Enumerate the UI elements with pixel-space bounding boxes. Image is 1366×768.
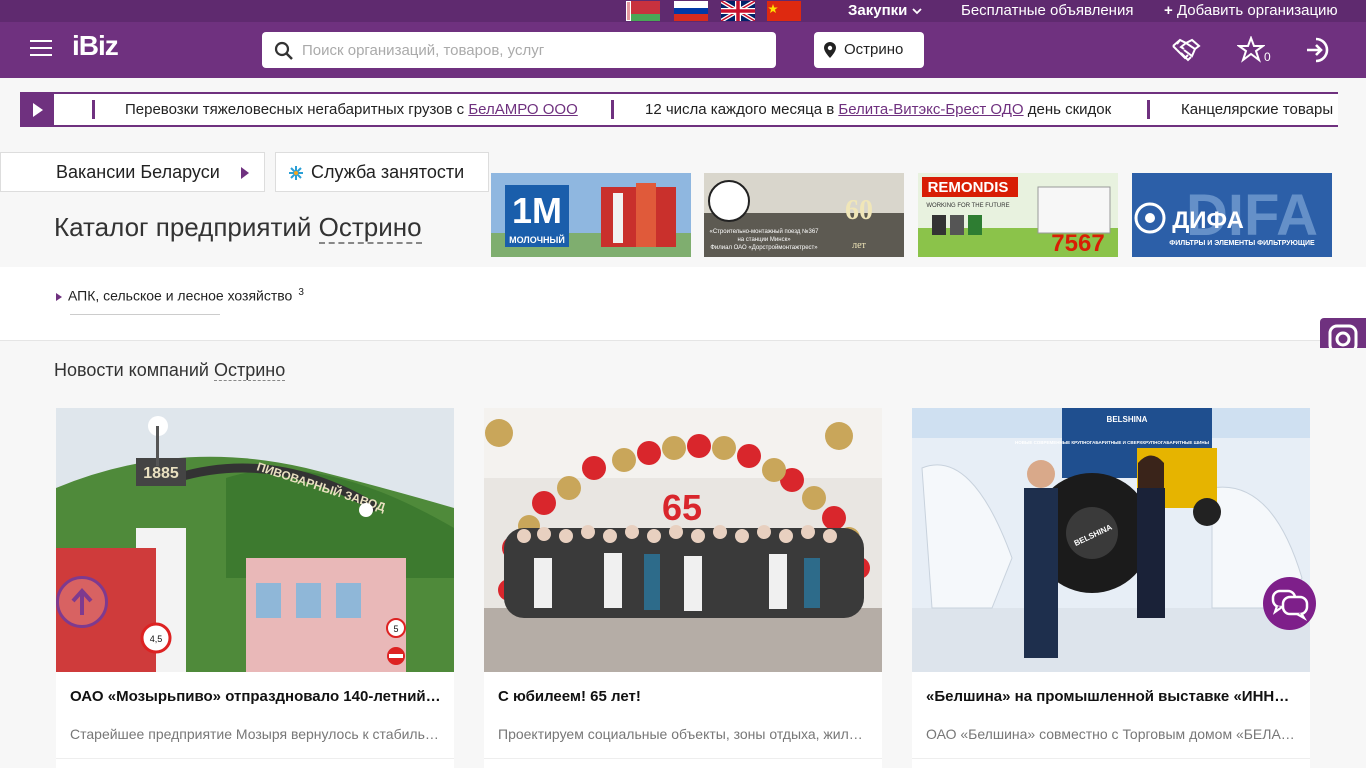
search-icon [274, 41, 293, 60]
news-title-text: Новости компаний [54, 360, 214, 380]
add-organization-link[interactable]: + Добавить организацию [1164, 2, 1338, 20]
news-card-description: ОАО «Белшина» совместно с Торговым домом… [926, 726, 1298, 742]
scroll-up-button[interactable] [56, 576, 108, 628]
city-label: Острино [844, 41, 904, 58]
ticker-item[interactable]: 12 числа каждого месяца в Белита-Витэкс-… [645, 101, 1111, 118]
banner-molochny-logo: 1М [512, 190, 562, 231]
ticker-company-link[interactable]: Белита-Витэкс-Брест ОДО [838, 101, 1023, 118]
banner-remondis-sub: WORKING FOR THE FUTURE [926, 203, 1009, 209]
ru-flag-icon[interactable] [674, 1, 708, 21]
news-ticker: Перевозки тяжеловесных негабаритных груз… [20, 92, 1338, 127]
top-bar: Закупки Бесплатные объявления + Добавить… [0, 0, 1366, 22]
news-image: BELSHINA НОВЫЕ СОВРЕМЕННЫЕ КРУПНОГАБАРИТ… [912, 408, 1310, 672]
favorites-count: 0 [1264, 50, 1271, 64]
banner-difa[interactable]: DIFA ДИФА ФИЛЬТРЫ И ЭЛЕМЕНТЫ ФИЛЬТРУЮЩИЕ [1132, 173, 1332, 257]
location-pin-icon [824, 42, 836, 58]
vacancies-button[interactable]: Вакансии Беларуси [0, 152, 265, 192]
cn-flag-icon[interactable] [767, 1, 801, 21]
banner-remondis-title: REMONDIS [928, 179, 1009, 196]
ticker-text: Перевозки тяжеловесных негабаритных груз… [125, 101, 469, 118]
news-image: 65 [484, 408, 882, 672]
news-card-title[interactable]: «Белшина» на промышленной выставке «ИННО… [926, 688, 1298, 705]
favorites-icon[interactable]: 0 [1235, 35, 1275, 64]
news-card-description: Старейшее предприятие Мозыря вернулось к… [70, 726, 442, 742]
news-image-brand: BELSHINA [1107, 415, 1148, 424]
news-image: 1885 ПИВОВАРНЫЙ ЗАВОД 4,5 5 [56, 408, 454, 672]
arrow-up-icon [71, 588, 93, 615]
news-image-road-sign: 4,5 [150, 634, 163, 644]
handshake-icon[interactable] [1171, 36, 1201, 64]
free-ads-link[interactable]: Бесплатные объявления [961, 2, 1133, 20]
ticker-separator [92, 100, 95, 119]
triangle-right-icon [56, 292, 62, 301]
chat-icon [1271, 589, 1309, 622]
banner-dorstroy-line2: на станции Минск» [737, 237, 791, 243]
banner-remondis[interactable]: REMONDIS WORKING FOR THE FUTURE 7567 [918, 173, 1118, 257]
ticker-text: день скидок [1023, 101, 1112, 118]
banner-dorstroy-number: 60 [845, 195, 873, 226]
search-box [262, 32, 776, 68]
ticker-text: Канцелярские товары [1181, 101, 1334, 118]
banner-difa-sub: ФИЛЬТРЫ И ЭЛЕМЕНТЫ ФИЛЬТРУЮЩИЕ [1169, 240, 1315, 247]
banner-molochny[interactable]: 1М МОЛОЧНЫЙ [491, 173, 691, 257]
category-divider [70, 314, 220, 315]
page-title-text: Каталог предприятий [54, 212, 319, 242]
instagram-icon[interactable] [1320, 318, 1366, 348]
category-list: АПК, сельское и лесное хозяйство 3 [0, 267, 1366, 341]
login-icon[interactable] [1304, 36, 1334, 64]
vacancies-label: Вакансии Беларуси [56, 162, 220, 182]
news-card-divider [484, 758, 882, 759]
news-card-title[interactable]: С юбилеем! 65 лет! [498, 688, 870, 705]
news-card-description: Проектируем социальные объекты, зоны отд… [498, 726, 870, 742]
sparkle-icon [289, 166, 303, 180]
page-title: Каталог предприятий Острино [54, 212, 422, 244]
search-input[interactable] [302, 32, 762, 68]
ticker-separator [1147, 100, 1150, 119]
news-section-title: Новости компаний Острино [54, 360, 286, 381]
news-image-number: 65 [662, 487, 702, 528]
category-item[interactable]: АПК, сельское и лесное хозяйство 3 [56, 287, 304, 304]
news-card-divider [912, 758, 1310, 759]
chevron-down-icon [911, 2, 922, 19]
arrow-right-icon [241, 167, 249, 179]
header: iBiz Острино 0 [0, 22, 1366, 78]
news-card-divider [56, 758, 454, 759]
banner-difa-name: ДИФА [1172, 207, 1244, 234]
banner-remondis-number: 7567 [1051, 230, 1104, 257]
menu-icon[interactable] [30, 40, 52, 56]
category-label: АПК, сельское и лесное хозяйство [68, 287, 293, 304]
news-card[interactable]: 65 С юбилеем! 65 лет! Проектируем социал… [484, 408, 882, 768]
chat-button[interactable] [1263, 577, 1316, 630]
news-card-title[interactable]: ОАО «Мозырьпиво» отпраздновало 140-летни… [70, 688, 442, 705]
city-link[interactable]: Острино [318, 212, 422, 244]
banner-dorstroy-line1: «Строительно-монтажный поезд №367 [709, 228, 819, 235]
news-image-road-sign-2: 5 [393, 624, 398, 634]
ticker-item[interactable]: Перевозки тяжеловесных негабаритных груз… [125, 101, 578, 118]
news-image-booth-text: НОВЫЕ СОВРЕМЕННЫЕ КРУПНОГАБАРИТНЫЕ И СВЕ… [1015, 440, 1210, 445]
play-icon[interactable] [20, 94, 54, 125]
add-organization-label: Добавить организацию [1176, 2, 1338, 19]
logo[interactable]: iBiz [72, 30, 119, 62]
banner-dorstroy[interactable]: 60 лет «Строительно-монтажный поезд №367… [704, 173, 904, 257]
ticker-company-link[interactable]: БелАМРО ООО [468, 101, 577, 118]
city-selector[interactable]: Острино [814, 32, 924, 68]
purchases-label: Закупки [848, 2, 908, 19]
banner-dorstroy-years: лет [852, 240, 866, 251]
by-flag-icon[interactable] [626, 1, 660, 21]
employment-service-button[interactable]: Служба занятости [275, 152, 489, 192]
banner-dorstroy-line3: Филиал ОАО «Дорстроймонтажтрест» [710, 244, 818, 251]
ticker-item[interactable]: Канцелярские товары [1181, 101, 1333, 118]
plus-icon: + [1164, 2, 1173, 19]
ticker-text: 12 числа каждого месяца в [645, 101, 839, 118]
news-card[interactable]: 1885 ПИВОВАРНЫЙ ЗАВОД 4,5 5 ОАО «Мозырьп… [56, 408, 454, 768]
news-image-sign-year: 1885 [143, 465, 179, 482]
gb-flag-icon[interactable] [721, 1, 755, 21]
purchases-menu[interactable]: Закупки [848, 2, 922, 20]
banner-molochny-text: МОЛОЧНЫЙ [509, 234, 565, 245]
employment-label: Служба занятости [311, 162, 465, 182]
news-city-link[interactable]: Острино [213, 360, 286, 381]
news-card[interactable]: BELSHINA НОВЫЕ СОВРЕМЕННЫЕ КРУПНОГАБАРИТ… [912, 408, 1310, 768]
category-count: 3 [298, 287, 304, 298]
ticker-separator [611, 100, 614, 119]
